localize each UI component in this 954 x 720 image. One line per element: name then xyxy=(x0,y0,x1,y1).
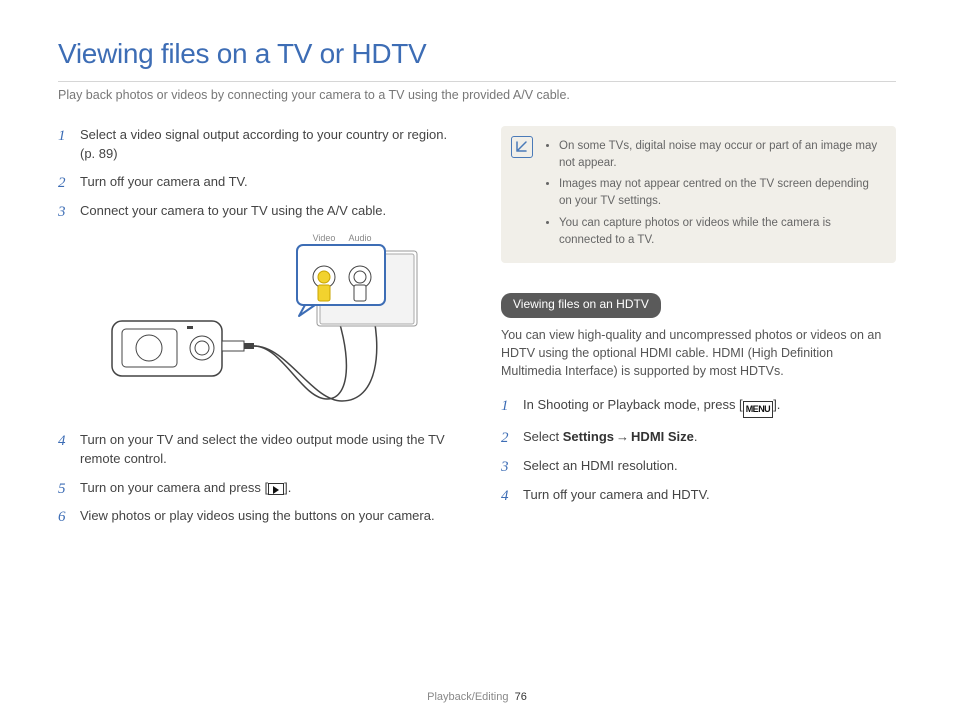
step-5-text-b: ]. xyxy=(284,480,291,495)
step-1: Select a video signal output according t… xyxy=(58,126,453,164)
page-title: Viewing files on a TV or HDTV xyxy=(58,34,896,75)
diagram-video-label: Video xyxy=(313,233,336,243)
hdtv-step-2-a: Select xyxy=(523,429,563,444)
right-column: On some TVs, digital noise may occur or … xyxy=(501,126,896,537)
step-6: View photos or play videos using the but… xyxy=(58,507,453,526)
footer-page-number: 76 xyxy=(515,691,527,703)
note-2: Images may not appear centred on the TV … xyxy=(559,176,882,211)
step-2: Turn off your camera and TV. xyxy=(58,173,453,192)
hdtv-step-1-a: In Shooting or Playback mode, press [ xyxy=(523,397,743,412)
step-3: Connect your camera to your TV using the… xyxy=(58,202,453,417)
av-steps-list: Select a video signal output according t… xyxy=(58,126,453,527)
av-cable-diagram: Video Audio xyxy=(102,231,453,417)
note-box: On some TVs, digital noise may occur or … xyxy=(501,126,896,264)
step-5: Turn on your camera and press []. xyxy=(58,479,453,498)
step-4: Turn on your TV and select the video out… xyxy=(58,431,453,469)
intro-text: Play back photos or videos by connecting… xyxy=(58,86,896,104)
note-list: On some TVs, digital noise may occur or … xyxy=(545,138,882,250)
hdtv-heading: Viewing files on an HDTV xyxy=(501,293,661,317)
hdtv-paragraph: You can view high-quality and uncompress… xyxy=(501,326,896,380)
hdtv-step-1-b: ]. xyxy=(773,397,780,412)
note-3: You can capture photos or videos while t… xyxy=(559,215,882,250)
page-footer: Playback/Editing 76 xyxy=(0,690,954,706)
hdtv-hdmi-label: HDMI Size xyxy=(631,429,694,444)
hdtv-step-2-b: . xyxy=(694,429,698,444)
hdtv-steps-list: In Shooting or Playback mode, press [MEN… xyxy=(501,396,896,505)
note-icon xyxy=(511,136,533,158)
hdtv-step-3: Select an HDMI resolution. xyxy=(501,457,896,476)
arrow-icon: → xyxy=(614,429,631,444)
hdtv-step-1: In Shooting or Playback mode, press [MEN… xyxy=(501,396,896,418)
menu-icon: MENU xyxy=(743,401,774,418)
diagram-audio-label: Audio xyxy=(348,233,371,243)
note-1: On some TVs, digital noise may occur or … xyxy=(559,138,882,173)
step-5-text-a: Turn on your camera and press [ xyxy=(80,480,268,495)
footer-section: Playback/Editing xyxy=(427,691,508,703)
left-column: Select a video signal output according t… xyxy=(58,126,453,537)
hdtv-step-4: Turn off your camera and HDTV. xyxy=(501,486,896,505)
hdtv-settings-label: Settings xyxy=(563,429,614,444)
hdtv-step-2: Select Settings→HDMI Size. xyxy=(501,428,896,447)
playback-icon xyxy=(268,483,284,495)
content-columns: Select a video signal output according t… xyxy=(58,126,896,537)
step-3-text: Connect your camera to your TV using the… xyxy=(80,203,386,218)
title-rule xyxy=(58,81,896,82)
